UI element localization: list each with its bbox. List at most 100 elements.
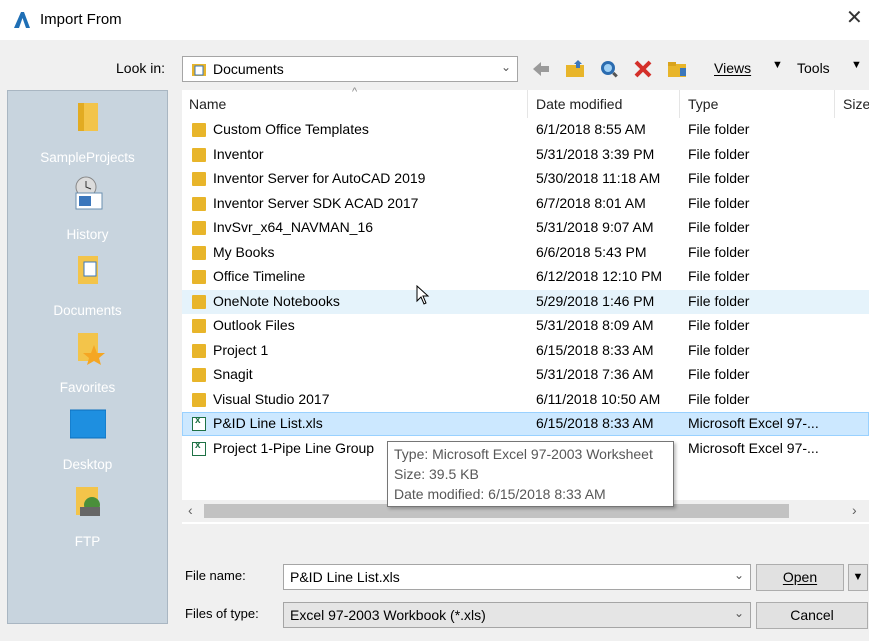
excel-file-icon	[192, 415, 206, 431]
desktop-icon[interactable]	[70, 406, 106, 442]
mouse-cursor-icon	[416, 285, 430, 305]
file-date: 6/15/2018 8:33 AM	[536, 415, 654, 431]
column-type[interactable]: Type	[688, 96, 718, 112]
documents-icon[interactable]	[70, 252, 106, 288]
tools-menu[interactable]: Tools	[797, 60, 830, 76]
file-row[interactable]: OneNote Notebooks 5/29/2018 1:46 PM File f…	[182, 289, 869, 314]
up-folder-icon[interactable]	[564, 58, 586, 80]
views-dropdown-icon[interactable]: ▼	[772, 59, 783, 71]
sidebar-item-sampleprojects[interactable]: SampleProjects	[8, 150, 167, 165]
file-row[interactable]: InvSvr_x64_NAVMAN_16 5/31/2018 9:07 AM Fil…	[182, 216, 869, 240]
file-row[interactable]: Project 1 6/15/2018 8:33 AM File folder	[182, 339, 869, 363]
file-name: OneNote Notebooks	[213, 292, 340, 309]
file-date: 5/31/2018 8:09 AM	[536, 317, 654, 333]
file-name: Office Timeline	[213, 268, 306, 284]
file-date: 6/6/2018 5:43 PM	[536, 243, 647, 260]
look-in-value: Documents	[213, 61, 284, 77]
folder-icon	[192, 392, 206, 407]
files-of-type-label: Files of type:	[185, 606, 259, 621]
column-divider[interactable]	[679, 90, 680, 118]
tooltip-type: Type: Microsoft Excel 97-2003 Worksheet	[394, 446, 653, 462]
file-date: 6/7/2018 8:01 AM	[536, 194, 646, 211]
file-row[interactable]: Inventor Server SDK ACAD 2017 6/7/2018 8:…	[182, 192, 869, 216]
file-row[interactable]: Visual Studio 2017 6/11/2018 10:50 AM File…	[182, 388, 869, 412]
file-row[interactable]: P&ID Line List.xls 6/15/2018 8:33 AM Micro…	[182, 412, 869, 436]
file-type: File folder	[688, 170, 750, 186]
app-logo-icon	[14, 12, 30, 28]
sidebar-item-ftp[interactable]: FTP	[8, 534, 167, 549]
file-name: Custom Office Templates	[213, 121, 369, 137]
file-name-value: P&ID Line List.xls	[290, 569, 400, 585]
file-date: 5/31/2018 3:39 PM	[536, 145, 655, 162]
new-folder-icon[interactable]	[666, 58, 688, 80]
folder-icon	[192, 147, 206, 162]
folder-icon	[192, 172, 206, 186]
chevron-down-icon[interactable]: ⌄	[734, 606, 744, 620]
sidebar-item-favorites[interactable]: Favorites	[8, 380, 167, 395]
folder-icon	[192, 294, 206, 309]
window-title: Import From	[40, 11, 122, 28]
file-row[interactable]: Inventor 5/31/2018 3:39 PM File folder	[182, 143, 869, 167]
folder-icon	[192, 343, 206, 358]
tools-dropdown-icon[interactable]: ▼	[851, 59, 862, 71]
file-row[interactable]: My Books 6/6/2018 5:43 PM File folder	[182, 241, 869, 265]
cancel-label: Cancel	[790, 607, 834, 623]
file-name-input[interactable]: P&ID Line List.xls ⌄	[283, 564, 751, 590]
file-name: Outlook Files	[213, 317, 295, 333]
search-web-icon[interactable]	[598, 58, 620, 80]
delete-icon[interactable]	[632, 58, 654, 80]
folder-icon	[192, 123, 206, 137]
title-bar	[0, 0, 869, 40]
sidebar-item-history[interactable]: History	[8, 227, 167, 242]
folder-icon[interactable]	[70, 99, 106, 135]
ftp-icon[interactable]	[70, 483, 106, 519]
file-date: 6/15/2018 8:33 AM	[536, 341, 654, 358]
column-divider[interactable]	[527, 90, 528, 118]
file-row[interactable]: Inventor Server for AutoCAD 2019 5/30/201…	[182, 167, 869, 191]
close-icon[interactable]: ✕	[846, 8, 863, 28]
chevron-down-icon: ⌄	[500, 60, 511, 74]
chevron-down-icon[interactable]: ⌄	[734, 568, 744, 582]
sort-ascending-icon: ^	[352, 86, 358, 98]
file-type: Microsoft Excel 97-...	[688, 415, 819, 431]
file-row[interactable]: Custom Office Templates 6/1/2018 8:55 AM F…	[182, 118, 869, 142]
file-row[interactable]: Snagit 5/31/2018 7:36 AM File folder	[182, 363, 869, 387]
tooltip-date: Date modified: 6/15/2018 8:33 AM	[394, 486, 606, 502]
file-name: Inventor	[213, 145, 264, 162]
file-row[interactable]: Office Timeline 6/12/2018 12:10 PM File fo…	[182, 265, 869, 289]
back-icon[interactable]	[530, 58, 552, 80]
file-type: File folder	[688, 292, 750, 309]
open-button[interactable]: Open	[756, 564, 844, 591]
column-divider[interactable]	[834, 90, 835, 118]
file-name: Inventor Server SDK ACAD 2017	[213, 194, 419, 211]
files-of-type-dropdown[interactable]: Excel 97-2003 Workbook (*.xls) ⌄	[283, 602, 751, 628]
scroll-right-icon[interactable]: ›	[852, 502, 857, 518]
scroll-left-icon[interactable]: ‹	[188, 502, 193, 518]
favorites-icon[interactable]	[70, 329, 106, 365]
excel-file-icon	[192, 440, 206, 456]
file-date: 6/1/2018 8:55 AM	[536, 121, 646, 137]
history-icon[interactable]	[70, 175, 106, 211]
column-size[interactable]: Size	[843, 96, 869, 112]
file-name-label: File name:	[185, 568, 246, 583]
file-type: File folder	[688, 194, 750, 211]
views-menu[interactable]: Views	[714, 60, 751, 76]
file-type: File folder	[688, 341, 750, 358]
look-in-label: Look in:	[116, 60, 166, 76]
tooltip-size: Size: 39.5 KB	[394, 466, 479, 482]
file-date: 5/31/2018 9:07 AM	[536, 219, 654, 235]
look-in-dropdown[interactable]: Documents ⌄	[182, 56, 518, 82]
file-type: File folder	[688, 317, 750, 333]
column-date[interactable]: Date modified	[536, 96, 622, 112]
column-name[interactable]: Name	[189, 96, 226, 112]
file-date: 5/29/2018 1:46 PM	[536, 292, 655, 309]
sidebar-item-documents[interactable]: Documents	[8, 303, 167, 318]
sidebar-item-desktop[interactable]: Desktop	[8, 457, 167, 472]
open-options-dropdown[interactable]: ▼	[848, 564, 868, 591]
files-of-type-value: Excel 97-2003 Workbook (*.xls)	[290, 607, 486, 623]
file-name: Project 1-Pipe Line Group	[213, 439, 375, 456]
file-row[interactable]: Outlook Files 5/31/2018 8:09 AM File folde…	[182, 314, 869, 338]
documents-small-icon	[192, 64, 206, 76]
file-type: File folder	[688, 243, 750, 260]
cancel-button[interactable]: Cancel	[756, 602, 868, 629]
